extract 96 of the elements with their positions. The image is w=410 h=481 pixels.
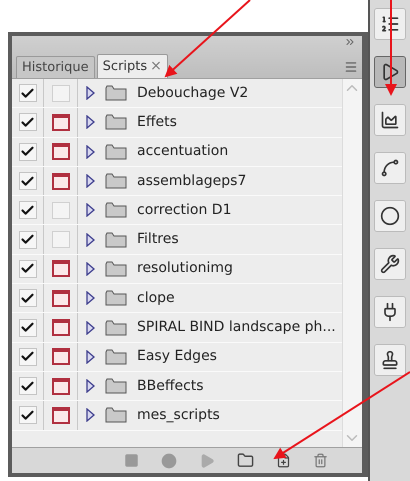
- action-set-name: assemblageps7: [137, 172, 246, 191]
- toggle-checkbox[interactable]: [18, 201, 36, 220]
- dialog-toggle-empty[interactable]: [52, 231, 70, 248]
- action-set-name: accentuation: [137, 142, 228, 162]
- action-set-name: clope: [137, 288, 175, 308]
- expand-triangle-icon[interactable]: [86, 232, 95, 247]
- toggle-checkbox[interactable]: [18, 348, 36, 366]
- toggle-checkbox[interactable]: [18, 260, 36, 278]
- tab-close[interactable]: ×: [150, 56, 162, 77]
- dialog-toggle-icon[interactable]: [52, 378, 70, 395]
- action-row[interactable]: Debouchage V2: [12, 79, 342, 108]
- expand-triangle-icon[interactable]: [86, 350, 95, 364]
- action-set-name: Easy Edges: [137, 347, 217, 366]
- action-set-name: SPIRAL BIND landscape ph...: [137, 318, 336, 338]
- dialog-toggle-empty[interactable]: [52, 202, 70, 219]
- action-row[interactable]: mes_scripts: [12, 401, 342, 431]
- dock-button[interactable]: [374, 344, 406, 376]
- folder-icon: [105, 290, 127, 306]
- toggle-checkbox[interactable]: [18, 377, 36, 396]
- dock-button[interactable]: [374, 104, 406, 136]
- action-set-name: mes_scripts: [137, 406, 220, 425]
- dialog-toggle-empty[interactable]: [52, 84, 70, 102]
- action-row[interactable]: clope: [12, 284, 342, 314]
- action-set-name: Debouchage V2: [137, 84, 248, 103]
- action-set-name: resolutionimg: [137, 259, 233, 278]
- panel-menu-icon[interactable]: [344, 60, 358, 74]
- toggle-checkbox[interactable]: [18, 172, 36, 190]
- dialog-toggle-icon[interactable]: [52, 406, 70, 424]
- dialog-toggle-icon[interactable]: [52, 290, 70, 307]
- trash-icon[interactable]: [313, 453, 328, 468]
- dialog-toggle-icon[interactable]: [52, 319, 70, 336]
- dock-button[interactable]: [374, 8, 406, 40]
- folder-icon: [105, 260, 127, 277]
- toggle-checkbox[interactable]: [18, 406, 36, 424]
- histogram-icon: [380, 110, 400, 130]
- expand-triangle-icon[interactable]: [86, 115, 95, 130]
- new-set-icon[interactable]: [237, 452, 254, 469]
- action-set-name: Effets: [137, 112, 177, 132]
- tab-label: Historique: [22, 58, 89, 77]
- expand-triangle-icon[interactable]: [86, 174, 95, 188]
- toggle-checkbox[interactable]: [18, 113, 36, 132]
- dialog-toggle-icon[interactable]: [52, 143, 70, 160]
- action-row[interactable]: assemblageps7: [12, 166, 342, 196]
- dock-button[interactable]: [374, 56, 406, 88]
- panel-tab[interactable]: Historique: [16, 56, 95, 78]
- toggle-checkbox[interactable]: [18, 142, 36, 161]
- dialog-toggle-icon[interactable]: [52, 260, 70, 278]
- toggle-checkbox[interactable]: [18, 230, 36, 249]
- toggle-checkbox[interactable]: [18, 318, 36, 337]
- action-row[interactable]: Effets: [12, 108, 342, 138]
- dock-button[interactable]: [374, 296, 406, 328]
- action-row[interactable]: resolutionimg: [12, 254, 342, 284]
- action-set-name: Filtres: [137, 230, 179, 250]
- dialog-toggle-icon[interactable]: [52, 114, 70, 131]
- dialog-toggle-icon[interactable]: [52, 172, 70, 190]
- sphere-icon: [380, 206, 400, 226]
- folder-icon: [105, 232, 127, 248]
- folder-icon: [105, 378, 127, 394]
- folder-icon: [105, 114, 127, 130]
- expand-triangle-icon[interactable]: [86, 291, 95, 306]
- stamp-icon: [380, 350, 400, 370]
- toggle-checkbox[interactable]: [18, 84, 36, 102]
- collapse-icon[interactable]: [344, 36, 356, 48]
- folder-icon: [105, 320, 127, 336]
- expand-triangle-icon[interactable]: [86, 144, 95, 159]
- expand-triangle-icon[interactable]: [86, 203, 95, 218]
- tab-label: Scripts: [102, 58, 148, 76]
- expand-triangle-icon[interactable]: [86, 320, 95, 335]
- action-set-name: correction D1: [137, 200, 232, 220]
- action-row[interactable]: accentuation: [12, 138, 342, 167]
- action-row[interactable]: BBeffects: [12, 372, 342, 402]
- dock-button[interactable]: [374, 200, 406, 232]
- action-row[interactable]: SPIRAL BIND landscape ph...: [12, 313, 342, 343]
- action-row[interactable]: Easy Edges: [12, 342, 342, 372]
- expand-triangle-icon[interactable]: [86, 379, 95, 394]
- action-set-name: BBeffects: [137, 376, 204, 396]
- dock-button[interactable]: [374, 152, 406, 184]
- folder-icon: [105, 144, 127, 160]
- folder-icon: [105, 407, 127, 424]
- new-action-icon[interactable]: [276, 453, 291, 468]
- action-row[interactable]: correction D1: [12, 196, 342, 226]
- folder-icon: [105, 202, 127, 218]
- folder-icon: [105, 85, 127, 102]
- toggle-checkbox[interactable]: [18, 289, 36, 308]
- history-icon: [380, 14, 400, 34]
- expand-triangle-icon[interactable]: [86, 262, 95, 276]
- path-icon: [380, 158, 400, 178]
- folder-icon: [105, 348, 127, 365]
- dock-button[interactable]: [374, 248, 406, 280]
- dialog-toggle-icon[interactable]: [52, 348, 70, 366]
- folder-icon: [105, 173, 127, 190]
- panel-tab[interactable]: Scripts ×: [96, 54, 168, 78]
- action-row[interactable]: Filtres: [12, 225, 342, 255]
- expand-triangle-icon[interactable]: [86, 86, 95, 100]
- expand-triangle-icon[interactable]: [86, 408, 95, 422]
- tools-icon: [380, 254, 400, 274]
